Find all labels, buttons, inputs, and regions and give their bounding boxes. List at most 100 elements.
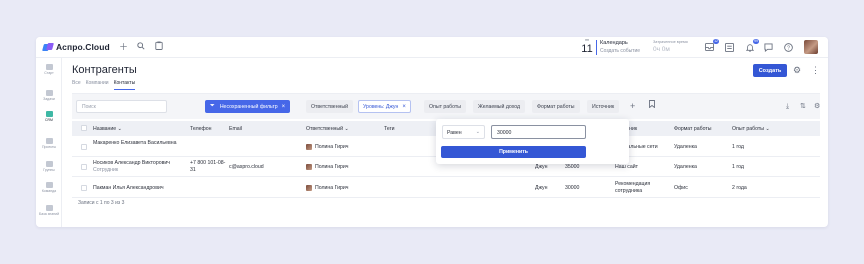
- sort-icon[interactable]: ⇅: [800, 100, 806, 113]
- column-name[interactable]: Название ⌄: [93, 126, 122, 132]
- team-icon: [45, 182, 53, 188]
- knowledge-icon: [45, 205, 53, 211]
- svg-text:?: ?: [787, 45, 790, 51]
- app-logo[interactable]: Аспро.Cloud: [42, 42, 110, 52]
- search-icon[interactable]: [137, 41, 145, 53]
- filter-icon: ⏷: [210, 103, 215, 109]
- more-icon[interactable]: ⋮: [811, 64, 820, 77]
- income-value-input[interactable]: 30000: [491, 125, 586, 139]
- sidebar-item-label: Проекты: [41, 145, 57, 149]
- source-cell: Рекомендация сотрудника: [615, 181, 651, 194]
- filter-desired-income[interactable]: Желаемый доход: [473, 100, 526, 113]
- groups-icon: [45, 161, 53, 167]
- user-avatar[interactable]: [804, 40, 818, 54]
- create-button[interactable]: Создать: [753, 64, 787, 77]
- responsible-name: Полина Гирич: [315, 164, 349, 170]
- calendar-divider: [596, 40, 597, 55]
- row-checkbox[interactable]: [81, 164, 87, 170]
- operator-select[interactable]: Равен ⌄: [442, 125, 485, 139]
- projects-icon: [45, 138, 53, 144]
- filter-work-format[interactable]: Формат работы: [532, 100, 580, 113]
- create-event-link[interactable]: Создать событие: [600, 48, 640, 54]
- phone-cell[interactable]: +7 800 101-08-31: [190, 160, 226, 174]
- column-email[interactable]: Email: [229, 126, 242, 132]
- download-icon[interactable]: ⤓: [786, 100, 789, 113]
- help-icon[interactable]: ?: [783, 42, 794, 52]
- table-row[interactable]: Пакман Илья Александрович Полина Гирич Д…: [72, 178, 820, 198]
- clipboard-icon[interactable]: [155, 41, 163, 53]
- work-format-cell: Офис: [674, 185, 688, 191]
- sidebar-item-label: Группы: [43, 168, 55, 172]
- filter-responsible[interactable]: Ответственный: [306, 100, 354, 113]
- filter-level-chip[interactable]: Уровень: Джун ×: [358, 100, 411, 113]
- responsible-avatar: [306, 164, 312, 170]
- search-input[interactable]: Поиск: [76, 100, 167, 113]
- contact-name[interactable]: Макаренко Елизавета Васильевна: [93, 140, 183, 147]
- column-responsible[interactable]: Ответственный ⌄: [306, 126, 349, 132]
- tasks-list-icon[interactable]: [724, 42, 735, 52]
- contact-name[interactable]: Носиков Александр Викторович: [93, 160, 170, 167]
- column-work-format[interactable]: Формат работы: [674, 126, 712, 132]
- chat-icon[interactable]: [763, 42, 774, 52]
- experience-cell: 1 год: [732, 164, 744, 170]
- plus-icon[interactable]: ＋: [119, 41, 128, 53]
- filter-experience[interactable]: Опыт работы: [424, 100, 467, 113]
- inbox-icon[interactable]: 12: [704, 39, 719, 52]
- apply-button[interactable]: Применить: [441, 146, 586, 158]
- close-icon[interactable]: ×: [282, 104, 286, 110]
- row-checkbox[interactable]: [81, 144, 87, 150]
- sidebar-item-label: База знаний: [38, 212, 60, 216]
- contact-position: Сотрудник: [93, 167, 119, 173]
- sidebar: Старт Задачи CRM Проекты Группы Команда …: [36, 58, 62, 227]
- add-filter-icon[interactable]: +: [630, 100, 635, 113]
- calendar-date: пн 11: [581, 38, 593, 55]
- column-phone[interactable]: Телефон: [190, 126, 212, 132]
- tab-companies[interactable]: Компании: [86, 80, 109, 90]
- column-experience[interactable]: Опыт работы ⌄: [732, 126, 770, 132]
- close-icon[interactable]: ×: [402, 104, 406, 110]
- income-cell: 30000: [565, 185, 580, 191]
- responsible-name: Полина Гирич: [315, 185, 349, 191]
- bell-badge: 99: [753, 39, 759, 44]
- sidebar-item-label: CRM: [45, 118, 53, 122]
- top-bar: Аспро.Cloud ＋ пн 11 Календарь Создать со…: [36, 37, 828, 58]
- sidebar-item-team[interactable]: Команда: [36, 182, 62, 193]
- filter-level-label: Уровень: Джун: [363, 103, 399, 110]
- email-cell[interactable]: c@aspro.cloud: [229, 164, 264, 171]
- bookmark-icon[interactable]: [649, 100, 655, 113]
- bell-icon[interactable]: 99: [744, 39, 759, 52]
- chevron-down-icon: ⌄: [475, 129, 480, 135]
- column-tags[interactable]: Теги: [384, 126, 395, 132]
- work-format-cell: Удаленка: [674, 164, 697, 170]
- tab-all[interactable]: Все: [72, 80, 81, 90]
- responsible-avatar: [306, 185, 312, 191]
- filter-source[interactable]: Источник: [587, 100, 620, 113]
- tab-bar: Все Компании Контакты: [72, 80, 136, 90]
- settings-icon[interactable]: ⚙: [814, 100, 820, 113]
- contact-name[interactable]: Пакман Илья Александрович: [93, 185, 164, 192]
- sidebar-item-projects[interactable]: Проекты: [36, 138, 62, 149]
- sidebar-item-tasks[interactable]: Задачи: [36, 90, 62, 101]
- income-cell: 35000: [565, 164, 580, 170]
- responsible-avatar: [306, 144, 312, 150]
- time-tracked-value: 0ч 0м: [653, 46, 670, 53]
- sidebar-item-label: Старт: [44, 71, 54, 75]
- row-checkbox[interactable]: [81, 185, 87, 191]
- source-cell: Наш сайт: [615, 164, 638, 170]
- level-cell: Джун: [535, 185, 548, 191]
- sidebar-item-start[interactable]: Старт: [36, 64, 62, 75]
- crm-icon: [45, 111, 53, 117]
- table-footer: Записи с 1 по 3 из 3: [78, 200, 125, 206]
- work-format-cell: Удаленка: [674, 144, 697, 150]
- tasks-icon: [45, 90, 53, 96]
- tab-contacts[interactable]: Контакты: [113, 80, 136, 90]
- sidebar-item-crm[interactable]: CRM: [36, 111, 62, 122]
- sidebar-item-knowledge[interactable]: База знаний: [36, 205, 62, 216]
- calendar-widget[interactable]: пн 11 Календарь Создать событие Затрачен…: [581, 38, 693, 57]
- gear-icon[interactable]: ⚙: [793, 64, 801, 77]
- sidebar-item-label: Задачи: [43, 97, 55, 101]
- calendar-title: Календарь: [600, 40, 628, 46]
- sidebar-item-groups[interactable]: Группы: [36, 161, 62, 172]
- unsaved-filter-chip[interactable]: ⏷ Несохраненный фильтр ×: [205, 100, 291, 113]
- select-all-checkbox[interactable]: [81, 125, 87, 131]
